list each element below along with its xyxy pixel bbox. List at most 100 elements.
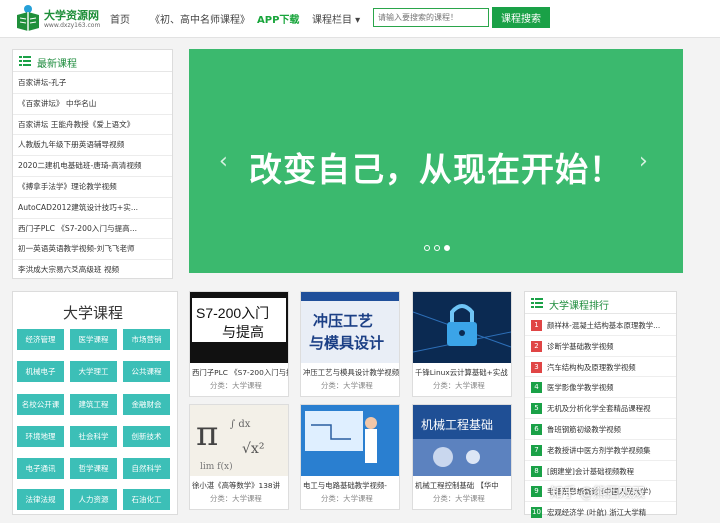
latest-courses-list: 百家讲坛-孔子 《百家讲坛》 中华名山 百家讲坛 王能舟教授《爱上语文》 人教版… xyxy=(13,73,172,281)
course-thumbnail: π ∫ dx √x² lim f(x) xyxy=(190,405,288,476)
category-button[interactable]: 名校公开课 xyxy=(17,394,64,415)
rank-title[interactable]: 诊断学基础教学视频 xyxy=(547,341,675,352)
list-item[interactable]: 李洪成大宗易六爻高级班 视频 xyxy=(13,260,172,281)
rank-title[interactable]: 鲁班钢筋初级教学视频 xyxy=(547,424,675,435)
nav-app-download[interactable]: APP下载 xyxy=(257,11,299,26)
list-item[interactable]: 初一英语英语教学视频-刘飞飞老师 xyxy=(13,239,172,261)
course-category: 分类：大学课程 xyxy=(433,494,485,503)
rank-number-badge: 2 xyxy=(531,340,542,352)
list-item[interactable]: 西门子PLC 《S7-200入门与提高... xyxy=(13,219,172,240)
rank-row[interactable]: 10 宏观经济学 (叶航) 浙江大学精 xyxy=(525,502,676,523)
rank-number-badge: 8 xyxy=(531,465,542,477)
banner-next-arrow-icon[interactable]: › xyxy=(639,149,648,174)
list-item[interactable]: 《百家讲坛》 中华名山 xyxy=(13,94,172,115)
list-item[interactable]: AutoCAD2012建筑设计技巧+实... xyxy=(13,198,172,219)
svg-text:机械工程基础: 机械工程基础 xyxy=(421,417,493,432)
svg-text:lim f(x): lim f(x) xyxy=(200,461,233,472)
rank-row[interactable]: 5 无机及分析化学全套精品课程视 xyxy=(525,398,676,419)
search-button[interactable]: 课程搜索 xyxy=(492,7,550,28)
site-logo[interactable]: 大学资源网 www.dxzy163.com xyxy=(14,4,102,34)
rank-title[interactable]: [朗建堂]会计基础视频教程 xyxy=(547,466,675,477)
rank-row[interactable]: 3 汽车结构构及原理教学视频 xyxy=(525,357,676,378)
course-title[interactable]: 西门子PLC 《S7-200入门与提高》 xyxy=(192,367,288,378)
course-thumbnail: 冲压工艺 与模具设计 xyxy=(301,292,399,363)
course-card[interactable]: 千锋Linux云计算基础+实战 分类：大学课程 xyxy=(412,291,512,397)
course-title[interactable]: 徐小湛《高等数学》138讲 xyxy=(192,480,288,491)
search-input[interactable] xyxy=(373,8,489,27)
rank-row[interactable]: 6 鲁班钢筋初级教学视频 xyxy=(525,419,676,440)
course-title[interactable]: 冲压工艺与模具设计教学视频 xyxy=(303,367,399,378)
category-button[interactable]: 自然科学 xyxy=(123,458,170,479)
course-thumbnail: S7-200入门 与提高 xyxy=(190,292,288,363)
top-navigation-bar: 大学资源网 www.dxzy163.com 首页 《初、高中名师课程》 APP下… xyxy=(0,0,720,38)
course-categories-title: 大学课程 xyxy=(62,304,123,322)
category-button[interactable]: 社会科学 xyxy=(70,426,117,447)
rank-title[interactable]: 老教授讲中医方剂学教学视频集 xyxy=(547,445,675,456)
rank-title[interactable]: 医学影像学教学视频 xyxy=(547,382,675,393)
nav-middle-high-school[interactable]: 《初、高中名师课程》 xyxy=(150,11,250,26)
svg-text:π: π xyxy=(196,414,218,454)
nav-home[interactable]: 首页 xyxy=(110,11,130,26)
banner-dot[interactable] xyxy=(424,245,430,251)
course-card[interactable]: 冲压工艺 与模具设计 冲压工艺与模具设计教学视频 分类：大学课程 xyxy=(300,291,400,397)
logo-mark-icon xyxy=(17,5,39,31)
banner-dot[interactable] xyxy=(434,245,440,251)
category-button[interactable]: 哲学课程 xyxy=(70,458,117,479)
course-title[interactable]: 电工与电路基础教学视频- xyxy=(303,480,399,491)
rank-number-badge: 3 xyxy=(531,361,542,373)
category-button[interactable]: 大学理工 xyxy=(70,361,117,382)
category-button[interactable]: 市场营销 xyxy=(123,329,170,350)
course-category: 分类：大学课程 xyxy=(210,381,262,390)
banner-dot-active[interactable] xyxy=(444,245,450,251)
rank-title[interactable]: 颜祥林-混凝土结构基本原理教学... xyxy=(547,320,675,331)
course-title[interactable]: 机械工程控制基础 【华中 xyxy=(415,480,511,491)
rank-number-badge: 1 xyxy=(531,320,542,331)
list-item[interactable]: 百家讲坛-孔子 xyxy=(13,73,172,94)
list-item[interactable]: 2020二建机电基础班-唐琦-高清视频 xyxy=(13,156,172,177)
course-card[interactable]: 电工与电路基础教学视频- 分类：大学课程 xyxy=(300,404,400,510)
category-button[interactable]: 经济管理 xyxy=(17,329,64,350)
rank-number-badge: 5 xyxy=(531,403,542,415)
rank-row[interactable]: 1 颜祥林-混凝土结构基本原理教学... xyxy=(525,315,676,336)
course-title[interactable]: 千锋Linux云计算基础+实战 xyxy=(415,367,511,378)
course-card[interactable]: S7-200入门 与提高 西门子PLC 《S7-200入门与提高》 分类：大学课… xyxy=(189,291,289,397)
category-button[interactable]: 石油化工 xyxy=(123,489,170,510)
nav-course-columns-dropdown[interactable]: 课程栏目 ▾ xyxy=(312,11,360,26)
rank-row[interactable]: 8 [朗建堂]会计基础视频教程 xyxy=(525,461,676,482)
hero-banner[interactable]: ‹ 改变自己，从现在开始！ › xyxy=(189,49,683,273)
category-button[interactable]: 创新技术 xyxy=(123,426,170,447)
rank-title[interactable]: 宏观经济学 (叶航) 浙江大学精 xyxy=(547,507,675,518)
rank-row[interactable]: 2 诊断学基础教学视频 xyxy=(525,336,676,357)
list-item[interactable]: 百家讲坛 王能舟教授《爱上语文》 xyxy=(13,115,172,136)
rank-number-badge: 4 xyxy=(531,382,542,394)
svg-text:∫ dx: ∫ dx xyxy=(230,419,251,430)
logo-url: www.dxzy163.com xyxy=(44,22,101,29)
course-category: 分类：大学课程 xyxy=(433,381,485,390)
category-button[interactable]: 医学课程 xyxy=(70,329,117,350)
svg-text:√x²: √x² xyxy=(242,441,264,457)
rank-row[interactable]: 4 医学影像学教学视频 xyxy=(525,377,676,399)
course-category: 分类：大学课程 xyxy=(321,381,373,390)
category-button[interactable]: 环境地理 xyxy=(17,426,64,447)
category-button[interactable]: 电子通讯 xyxy=(17,458,64,479)
category-button[interactable]: 公共课程 xyxy=(123,361,170,382)
category-button[interactable]: 建筑工程 xyxy=(70,394,117,415)
list-item[interactable]: 人教版九年级下册英语辅导视频 xyxy=(13,135,172,157)
course-category: 分类：大学课程 xyxy=(321,494,373,503)
latest-courses-header: 最新课程 xyxy=(13,50,172,72)
category-button[interactable]: 人力资源 xyxy=(70,489,117,510)
category-button[interactable]: 法律法规 xyxy=(17,489,64,510)
svg-text:S7-200入门: S7-200入门 xyxy=(196,305,269,321)
course-card[interactable]: π ∫ dx √x² lim f(x) 徐小湛《高等数学》138讲 分类：大学课… xyxy=(189,404,289,510)
banner-slogan: 改变自己，从现在开始！ xyxy=(249,150,623,189)
rank-row[interactable]: 7 老教授讲中医方剂学教学视频集 xyxy=(525,440,676,461)
zhihu-watermark: 知乎 @熊西双双 xyxy=(550,486,646,501)
list-item[interactable]: 《搏拿手法学》理论教学视频 xyxy=(13,177,172,198)
course-card[interactable]: 机械工程基础 机械工程控制基础 【华中 分类：大学课程 xyxy=(412,404,512,510)
course-thumbnail: 机械工程基础 xyxy=(413,405,511,476)
latest-courses-panel: 最新课程 百家讲坛-孔子 《百家讲坛》 中华名山 百家讲坛 王能舟教授《爱上语文… xyxy=(12,49,173,279)
category-button[interactable]: 金融财会 xyxy=(123,394,170,415)
rank-title[interactable]: 汽车结构构及原理教学视频 xyxy=(547,362,675,373)
category-button[interactable]: 机械电子 xyxy=(17,361,64,382)
rank-title[interactable]: 无机及分析化学全套精品课程视 xyxy=(547,403,675,414)
